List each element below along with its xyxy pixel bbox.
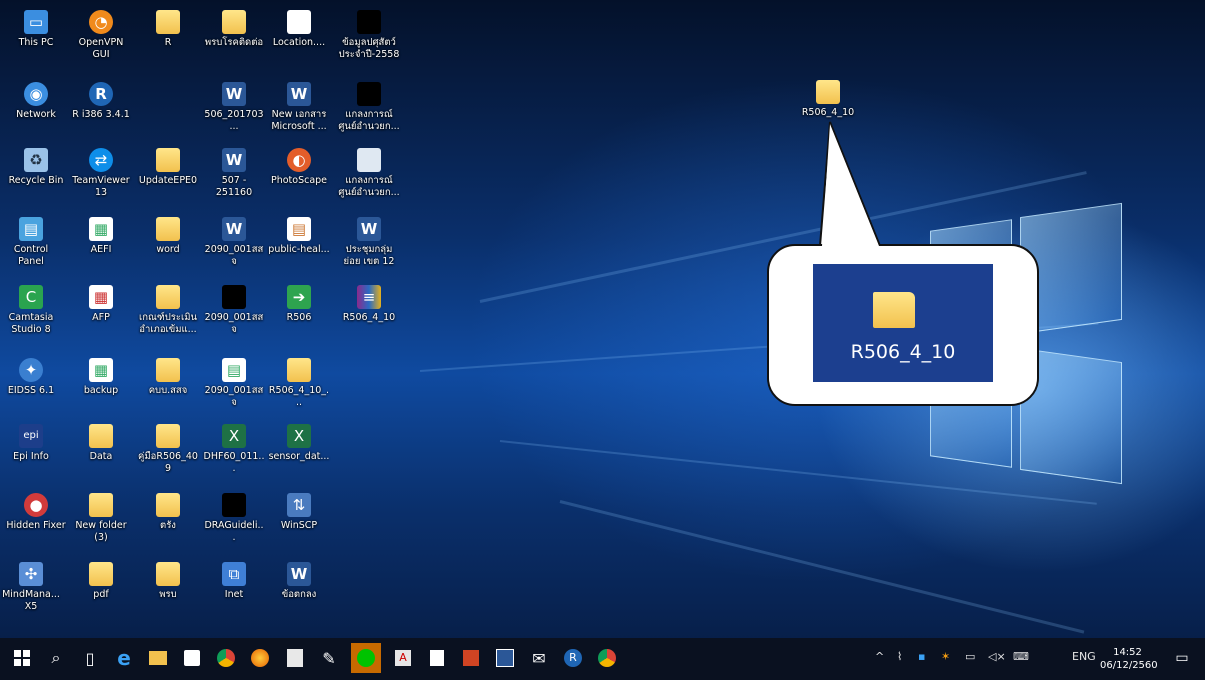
windows-start-icon (14, 650, 30, 666)
teamviewer-tray-icon[interactable]: ▪ (918, 650, 925, 663)
paint-app-icon[interactable]: ✎ (317, 646, 341, 670)
zoomed-folder-icon (873, 292, 915, 328)
clock-date: 06/12/2560 (1100, 660, 1158, 671)
edge-browser-icon[interactable]: e (112, 646, 136, 670)
search-icon[interactable]: ⌕ (44, 646, 68, 670)
volume-icon[interactable]: ◁× (988, 650, 1006, 663)
file-explorer-icon[interactable] (146, 646, 170, 670)
chrome-icon[interactable] (214, 646, 238, 670)
wifi-icon[interactable]: ⌇ (897, 650, 902, 663)
store-icon[interactable] (180, 646, 204, 670)
task-view-icon[interactable]: ▯ (78, 646, 102, 670)
line-app-icon[interactable] (351, 643, 381, 673)
chrome-icon-2[interactable] (595, 646, 619, 670)
save-app-icon[interactable] (425, 646, 449, 670)
keyboard-icon[interactable]: ⌨ (1013, 650, 1029, 663)
tray-app-icon[interactable]: ✶ (941, 650, 950, 663)
language-indicator[interactable]: ENG (1072, 650, 1096, 663)
show-hidden-icons[interactable]: ^ (875, 650, 884, 663)
battery-icon[interactable]: ▭ (965, 650, 975, 663)
firefox-icon[interactable] (248, 646, 272, 670)
clock[interactable]: 14:52 06/12/2560 (1100, 646, 1158, 672)
powerpoint-icon[interactable] (459, 646, 483, 670)
zoomed-folder-label: R506_4_10 (850, 341, 956, 363)
notification-icon[interactable]: ▭ (1170, 646, 1194, 670)
word-app-icon[interactable] (493, 646, 517, 670)
clock-time: 14:52 (1113, 647, 1142, 658)
start-button[interactable] (10, 646, 34, 670)
desktop[interactable]: ▭ This PC ◉ Network ♻ Recycle Bin ▤ Cont… (0, 0, 1205, 680)
calculator-app-icon[interactable] (283, 646, 307, 670)
mail-icon[interactable]: ✉ (527, 646, 551, 670)
r-app-icon[interactable]: R (561, 646, 585, 670)
adobe-reader-icon[interactable]: A (391, 646, 415, 670)
callout-pointer-mask (822, 124, 879, 246)
